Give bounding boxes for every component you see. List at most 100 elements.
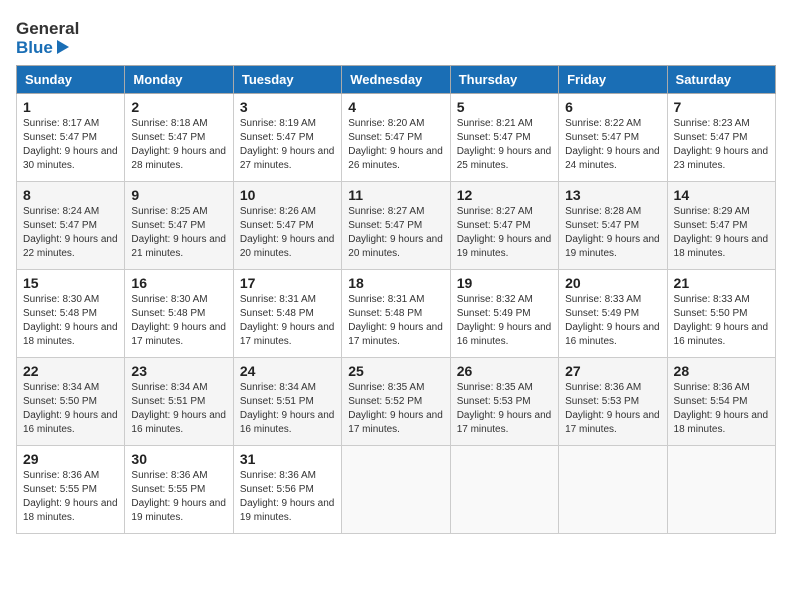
day-info: Sunrise: 8:26 AMSunset: 5:47 PMDaylight:… (240, 205, 335, 261)
calendar-cell: 29 Sunrise: 8:36 AMSunset: 5:55 PMDayligh… (17, 446, 125, 534)
calendar-cell: 19Sunrise: 8:32 AMSunset: 5:49 PMDayligh… (450, 270, 558, 358)
day-info: Sunrise: 8:19 AMSunset: 5:47 PMDaylight:… (240, 117, 335, 173)
day-info: Sunrise: 8:27 AMSunset: 5:47 PMDaylight:… (457, 205, 552, 261)
day-number: 27 (565, 363, 660, 379)
calendar-cell: 11 Sunrise: 8:27 AMSunset: 5:47 PMDayligh… (342, 182, 450, 270)
logo-general: General (16, 20, 79, 39)
day-info: Sunrise: 8:34 AMSunset: 5:50 PMDaylight:… (23, 381, 118, 437)
header-monday: Monday (125, 66, 233, 94)
day-info: Sunrise: 8:33 AMSunset: 5:49 PMDaylight:… (565, 293, 660, 349)
logo: General Blue (16, 20, 79, 57)
calendar-cell (450, 446, 558, 534)
day-info: Sunrise: 8:30 AMSunset: 5:48 PMDaylight:… (23, 293, 118, 349)
day-number: 3 (240, 99, 335, 115)
calendar-cell: 2 Sunrise: 8:18 AMSunset: 5:47 PMDaylight… (125, 94, 233, 182)
day-number: 6 (565, 99, 660, 115)
day-info: Sunrise: 8:34 AMSunset: 5:51 PMDaylight:… (240, 381, 335, 437)
calendar-cell: 31 Sunrise: 8:36 AMSunset: 5:56 PMDayligh… (233, 446, 341, 534)
day-number: 19 (457, 275, 552, 291)
calendar-week-3: 15 Sunrise: 8:30 AMSunset: 5:48 PMDayligh… (17, 270, 776, 358)
calendar-cell: 14 Sunrise: 8:29 AMSunset: 5:47 PMDayligh… (667, 182, 775, 270)
day-number: 29 (23, 451, 118, 467)
day-number: 10 (240, 187, 335, 203)
calendar-cell: 6 Sunrise: 8:22 AMSunset: 5:47 PMDaylight… (559, 94, 667, 182)
logo-arrow-icon (57, 40, 69, 54)
day-number: 25 (348, 363, 443, 379)
day-info: Sunrise: 8:17 AMSunset: 5:47 PMDaylight:… (23, 117, 118, 173)
header-wednesday: Wednesday (342, 66, 450, 94)
day-number: 17 (240, 275, 335, 291)
calendar-cell (559, 446, 667, 534)
day-number: 4 (348, 99, 443, 115)
day-info: Sunrise: 8:20 AMSunset: 5:47 PMDaylight:… (348, 117, 443, 173)
day-info: Sunrise: 8:30 AMSunset: 5:48 PMDaylight:… (131, 293, 226, 349)
calendar-cell: 4 Sunrise: 8:20 AMSunset: 5:47 PMDaylight… (342, 94, 450, 182)
day-info: Sunrise: 8:34 AMSunset: 5:51 PMDaylight:… (131, 381, 226, 437)
calendar-cell: 10 Sunrise: 8:26 AMSunset: 5:47 PMDayligh… (233, 182, 341, 270)
day-number: 31 (240, 451, 335, 467)
day-number: 13 (565, 187, 660, 203)
day-number: 30 (131, 451, 226, 467)
day-number: 11 (348, 187, 443, 203)
calendar-week-5: 29 Sunrise: 8:36 AMSunset: 5:55 PMDayligh… (17, 446, 776, 534)
header-friday: Friday (559, 66, 667, 94)
day-info: Sunrise: 8:36 AMSunset: 5:55 PMDaylight:… (23, 469, 118, 525)
header-tuesday: Tuesday (233, 66, 341, 94)
calendar-cell: 15 Sunrise: 8:30 AMSunset: 5:48 PMDayligh… (17, 270, 125, 358)
day-info: Sunrise: 8:36 AMSunset: 5:56 PMDaylight:… (240, 469, 335, 525)
day-info: Sunrise: 8:23 AMSunset: 5:47 PMDaylight:… (674, 117, 769, 173)
page-header: General Blue (16, 16, 776, 57)
day-info: Sunrise: 8:25 AMSunset: 5:47 PMDaylight:… (131, 205, 226, 261)
day-info: Sunrise: 8:28 AMSunset: 5:47 PMDaylight:… (565, 205, 660, 261)
calendar-cell: 22 Sunrise: 8:34 AMSunset: 5:50 PMDayligh… (17, 358, 125, 446)
calendar-cell (667, 446, 775, 534)
logo-text: General Blue (16, 20, 79, 57)
day-number: 9 (131, 187, 226, 203)
calendar-cell: 1 Sunrise: 8:17 AMSunset: 5:47 PMDaylight… (17, 94, 125, 182)
calendar-cell: 9 Sunrise: 8:25 AMSunset: 5:47 PMDaylight… (125, 182, 233, 270)
calendar-body: 1 Sunrise: 8:17 AMSunset: 5:47 PMDaylight… (17, 94, 776, 534)
calendar-cell: 23 Sunrise: 8:34 AMSunset: 5:51 PMDayligh… (125, 358, 233, 446)
calendar-table: SundayMondayTuesdayWednesdayThursdayFrid… (16, 65, 776, 534)
day-number: 14 (674, 187, 769, 203)
day-info: Sunrise: 8:36 AMSunset: 5:54 PMDaylight:… (674, 381, 769, 437)
day-number: 1 (23, 99, 118, 115)
day-info: Sunrise: 8:36 AMSunset: 5:55 PMDaylight:… (131, 469, 226, 525)
day-info: Sunrise: 8:29 AMSunset: 5:47 PMDaylight:… (674, 205, 769, 261)
calendar-cell: 21 Sunrise: 8:33 AMSunset: 5:50 PMDayligh… (667, 270, 775, 358)
day-number: 26 (457, 363, 552, 379)
day-info: Sunrise: 8:18 AMSunset: 5:47 PMDaylight:… (131, 117, 226, 173)
day-number: 22 (23, 363, 118, 379)
calendar-cell: 8Sunrise: 8:24 AMSunset: 5:47 PMDaylight… (17, 182, 125, 270)
day-info: Sunrise: 8:21 AMSunset: 5:47 PMDaylight:… (457, 117, 552, 173)
day-number: 18 (348, 275, 443, 291)
day-info: Sunrise: 8:31 AMSunset: 5:48 PMDaylight:… (240, 293, 335, 349)
day-info: Sunrise: 8:27 AMSunset: 5:47 PMDaylight:… (348, 205, 443, 261)
calendar-cell: 5 Sunrise: 8:21 AMSunset: 5:47 PMDaylight… (450, 94, 558, 182)
day-number: 21 (674, 275, 769, 291)
calendar-cell: 28 Sunrise: 8:36 AMSunset: 5:54 PMDayligh… (667, 358, 775, 446)
day-info: Sunrise: 8:22 AMSunset: 5:47 PMDaylight:… (565, 117, 660, 173)
calendar-cell: 20 Sunrise: 8:33 AMSunset: 5:49 PMDayligh… (559, 270, 667, 358)
day-info: Sunrise: 8:24 AMSunset: 5:47 PMDaylight:… (23, 205, 118, 261)
calendar-cell: 17 Sunrise: 8:31 AMSunset: 5:48 PMDayligh… (233, 270, 341, 358)
calendar-cell: 7Sunrise: 8:23 AMSunset: 5:47 PMDaylight… (667, 94, 775, 182)
day-number: 28 (674, 363, 769, 379)
calendar-cell (342, 446, 450, 534)
calendar-week-1: 1 Sunrise: 8:17 AMSunset: 5:47 PMDaylight… (17, 94, 776, 182)
day-number: 2 (131, 99, 226, 115)
day-number: 20 (565, 275, 660, 291)
calendar-cell: 13 Sunrise: 8:28 AMSunset: 5:47 PMDayligh… (559, 182, 667, 270)
calendar-header-row: SundayMondayTuesdayWednesdayThursdayFrid… (17, 66, 776, 94)
calendar-week-2: 8Sunrise: 8:24 AMSunset: 5:47 PMDaylight… (17, 182, 776, 270)
day-number: 5 (457, 99, 552, 115)
day-number: 23 (131, 363, 226, 379)
day-number: 15 (23, 275, 118, 291)
header-saturday: Saturday (667, 66, 775, 94)
calendar-cell: 26Sunrise: 8:35 AMSunset: 5:53 PMDayligh… (450, 358, 558, 446)
calendar-cell: 24Sunrise: 8:34 AMSunset: 5:51 PMDayligh… (233, 358, 341, 446)
day-info: Sunrise: 8:31 AMSunset: 5:48 PMDaylight:… (348, 293, 443, 349)
calendar-cell: 18 Sunrise: 8:31 AMSunset: 5:48 PMDayligh… (342, 270, 450, 358)
day-info: Sunrise: 8:33 AMSunset: 5:50 PMDaylight:… (674, 293, 769, 349)
day-number: 12 (457, 187, 552, 203)
